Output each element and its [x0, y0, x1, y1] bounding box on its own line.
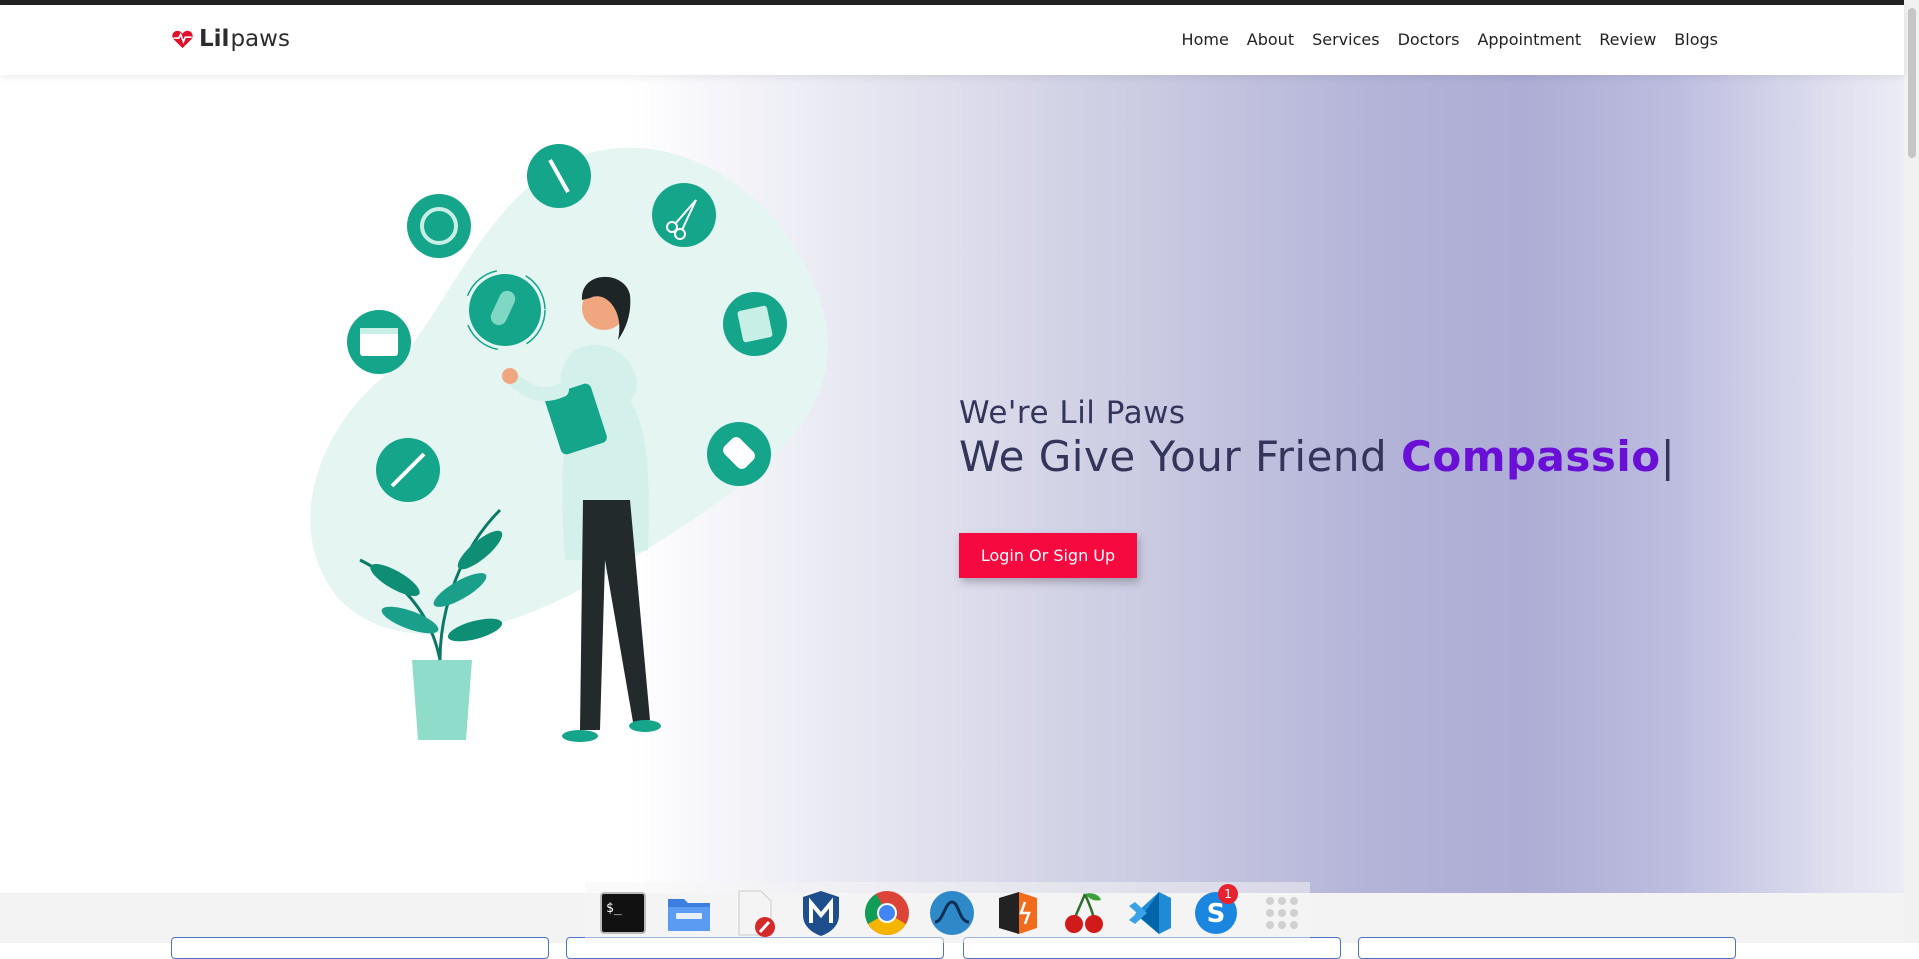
nav-about[interactable]: About [1247, 30, 1294, 49]
hero-section [0, 75, 1904, 893]
typing-cursor: | [1660, 432, 1676, 481]
vscode-icon [1129, 891, 1172, 934]
service-card[interactable] [171, 937, 549, 959]
hero-title: We Give Your Friend Compassio| [959, 432, 1675, 481]
hero-title-prefix: We Give Your Friend [959, 432, 1388, 481]
nav-appointment[interactable]: Appointment [1477, 30, 1581, 49]
taskbar-dock: $_ S 1 [585, 882, 1310, 943]
dock-text-editor[interactable] [727, 884, 783, 942]
burp-suite-icon [999, 891, 1038, 934]
nav-review[interactable]: Review [1599, 30, 1656, 49]
scissors-circle-icon [652, 183, 716, 247]
svg-text:$_: $_ [606, 901, 622, 916]
chrome-icon [864, 890, 909, 935]
dock-skype[interactable]: S 1 [1188, 883, 1244, 942]
scrollbar-thumb[interactable] [1908, 8, 1916, 158]
hero-subtitle: We're Lil Paws [959, 395, 1186, 431]
login-signup-button[interactable]: Login Or Sign Up [959, 533, 1137, 578]
brand-logo[interactable]: Lil paws [171, 26, 290, 52]
dock-vscode[interactable] [1122, 884, 1178, 942]
dock-cherrytree[interactable] [1056, 884, 1112, 942]
dock-app-grid[interactable] [1254, 884, 1310, 942]
wireshark-icon [930, 890, 975, 935]
metasploit-icon [802, 890, 839, 936]
vial-circle-icon [407, 194, 471, 258]
dock-metasploit[interactable] [793, 884, 849, 942]
nav-blogs[interactable]: Blogs [1674, 30, 1718, 49]
dock-burp-suite[interactable] [990, 884, 1046, 942]
syringe-circle-icon [527, 144, 591, 208]
thermometer-circle-icon [376, 438, 440, 502]
nav-home[interactable]: Home [1182, 30, 1229, 49]
app-grid-icon [1266, 896, 1299, 929]
file-manager-icon [667, 898, 710, 931]
dock-wireshark[interactable] [925, 884, 981, 942]
main-menu: Home About Services Doctors Appointment … [1182, 30, 1718, 49]
nav-doctors[interactable]: Doctors [1398, 30, 1460, 49]
dock-terminal[interactable]: $_ [595, 884, 651, 942]
notes-circle-icon [723, 292, 787, 356]
pills-circle-icon [707, 422, 771, 486]
text-editor-icon [738, 890, 775, 937]
dock-chrome[interactable] [859, 884, 915, 942]
brand-rest: paws [230, 26, 290, 52]
capsule-circle-icon [464, 269, 546, 351]
brand-bold: Lil [199, 26, 230, 52]
heart-pulse-icon [172, 30, 193, 49]
navbar: Lil paws Home About Services Doctors App… [0, 5, 1904, 75]
notification-badge: 1 [1218, 883, 1239, 904]
dock-file-manager[interactable] [661, 884, 717, 942]
terminal-icon: $_ [599, 891, 646, 934]
page-scrollbar[interactable] [1904, 0, 1919, 943]
calendar-circle-icon [347, 310, 411, 374]
hero-title-highlight: Compassio [1401, 432, 1661, 481]
service-card[interactable] [1358, 937, 1736, 959]
doctor-illustration [310, 144, 828, 742]
cherrytree-icon [1065, 892, 1104, 933]
nav-services[interactable]: Services [1312, 30, 1379, 49]
